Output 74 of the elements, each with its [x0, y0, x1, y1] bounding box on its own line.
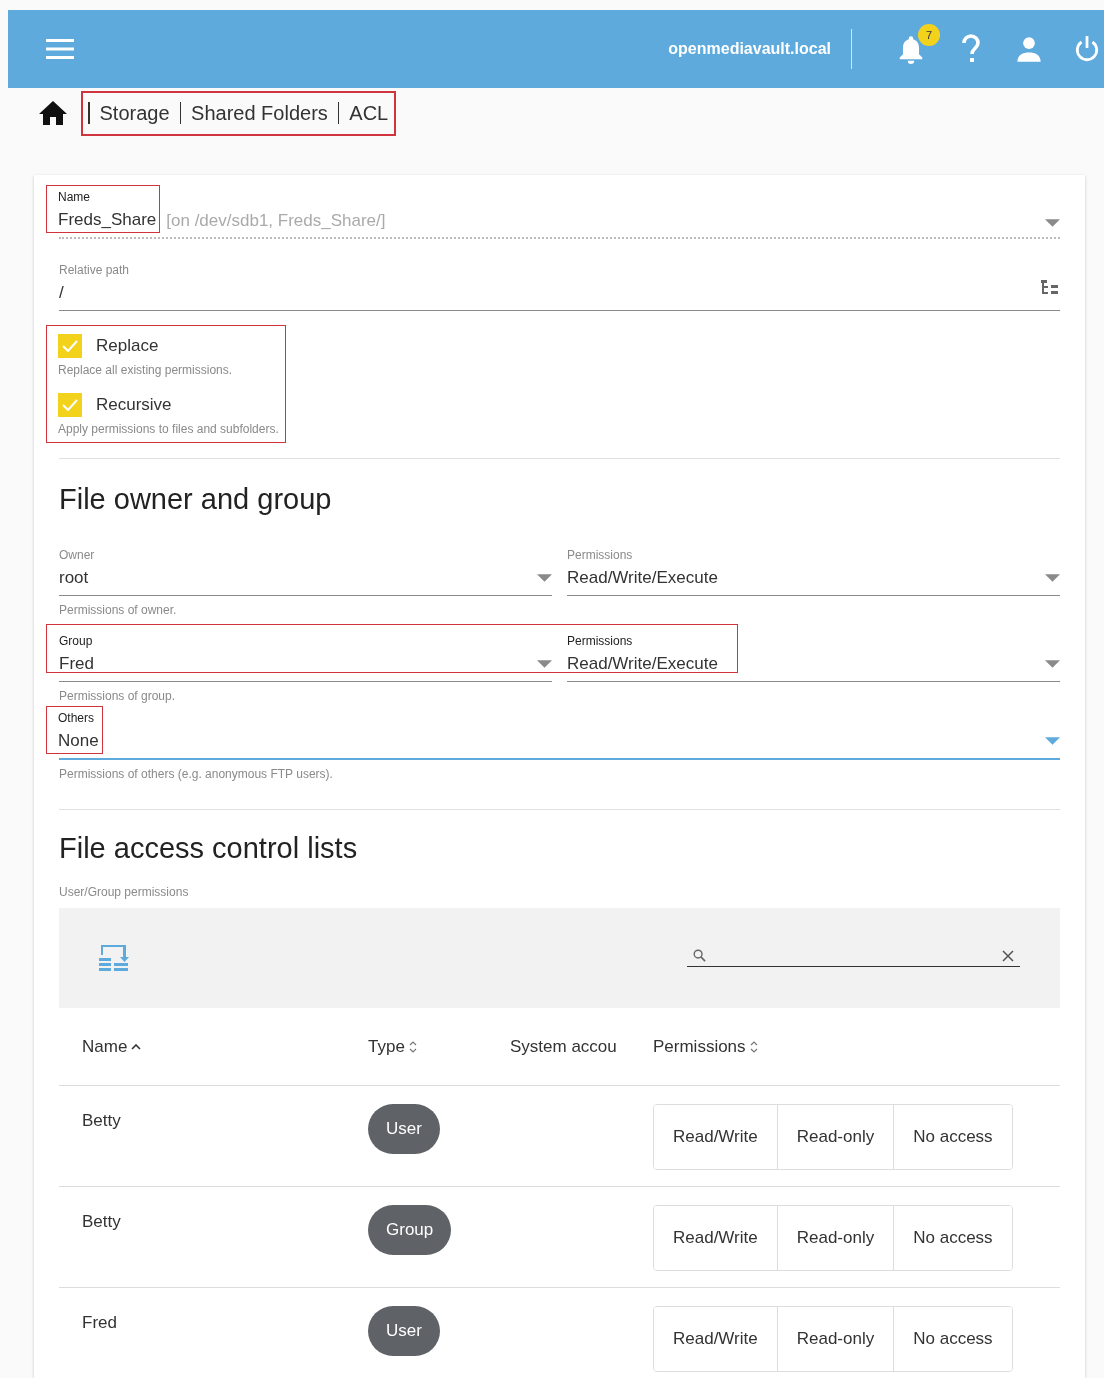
path-field[interactable]: Relative path / — [46, 263, 1060, 311]
name-select[interactable]: Name Freds_Share [on /dev/sdb1, Freds_Share/] — [46, 185, 1060, 239]
user-icon[interactable] — [1015, 35, 1043, 63]
select-field[interactable]: Owner root — [46, 536, 552, 596]
field-value: None — [58, 731, 99, 751]
help-icon[interactable] — [961, 33, 981, 65]
close-icon[interactable] — [1002, 949, 1014, 962]
select-field[interactable]: Permissions Read/Write/Execute — [554, 622, 1060, 682]
add-list-icon[interactable] — [99, 945, 129, 971]
field-label: Relative path — [59, 263, 131, 277]
help-text: Permissions of owner. — [59, 603, 178, 617]
caret-icon[interactable] — [1045, 219, 1060, 227]
section-subtitle: User/Group permissions — [59, 885, 190, 899]
home-icon[interactable] — [38, 100, 68, 126]
field-label: Permissions — [567, 634, 634, 648]
power-icon[interactable] — [1074, 35, 1100, 63]
table-cell-text: Fred — [82, 1312, 118, 1334]
caret-icon[interactable] — [537, 574, 552, 582]
field-value: root — [59, 568, 89, 588]
field-value: Read/Write/Execute — [567, 654, 718, 674]
search-field[interactable] — [687, 949, 1020, 967]
sort-icon[interactable] — [408, 1039, 417, 1054]
field-label: Group — [59, 634, 94, 648]
select-field[interactable]: Others None — [46, 706, 1060, 760]
column-header[interactable]: Permissions — [653, 1036, 1060, 1057]
field-label: Owner — [59, 548, 96, 562]
table-cell-text: Betty — [82, 1110, 122, 1132]
section-title: File owner and group — [59, 483, 333, 516]
field-label: Name — [58, 190, 91, 204]
column-header: System accou — [510, 1036, 618, 1057]
column-header[interactable]: Type — [368, 1036, 510, 1057]
permission-option[interactable]: Read/Write — [654, 1206, 778, 1270]
caret-icon[interactable] — [1045, 737, 1060, 745]
bell-icon[interactable] — [898, 34, 924, 64]
field-label: Permissions — [567, 548, 634, 562]
field-label: Others — [58, 711, 95, 725]
permission-option[interactable]: Read/Write — [654, 1105, 778, 1169]
sort-ascending-icon[interactable] — [131, 1043, 142, 1050]
caret-icon[interactable] — [537, 660, 552, 668]
table-cell-text: Betty — [82, 1211, 122, 1233]
caret-icon[interactable] — [1045, 660, 1060, 668]
checkbox[interactable] — [58, 334, 82, 358]
field-hint: [on /dev/sdb1, Freds_Share/] — [166, 211, 386, 232]
field-value: Read/Write/Execute — [567, 568, 718, 588]
checkbox[interactable] — [58, 393, 82, 417]
type-badge: Group — [368, 1205, 452, 1255]
notification-badge: 7 — [918, 24, 940, 46]
select-field[interactable]: Permissions Read/Write/Execute — [554, 536, 1060, 596]
caret-icon[interactable] — [1045, 574, 1060, 582]
column-header[interactable]: Name — [82, 1036, 368, 1057]
permission-option[interactable]: Read/Write — [654, 1307, 778, 1371]
hostname-label: openmediavault.local — [668, 40, 831, 58]
type-badge: User — [368, 1104, 440, 1154]
help-text: Permissions of group. — [59, 689, 177, 703]
checkmark-icon — [62, 399, 78, 411]
search-icon — [693, 949, 706, 962]
field-value: Fred — [59, 654, 94, 674]
tree-icon[interactable] — [1040, 279, 1060, 297]
checkbox-label: Replace — [96, 336, 159, 356]
section-title: File access control lists — [59, 832, 359, 865]
checkmark-icon — [62, 340, 78, 352]
type-badge: User — [368, 1306, 440, 1356]
breadcrumb-link[interactable]: Shared Folders — [191, 101, 328, 125]
breadcrumb-link[interactable]: ACL — [349, 101, 389, 125]
field-value: Freds_Share — [58, 210, 157, 230]
help-text: Apply permissions to files and subfolders. — [58, 422, 279, 436]
menu-icon[interactable] — [46, 38, 74, 60]
checkbox-label: Recursive — [96, 395, 172, 415]
breadcrumb-link[interactable]: Storage — [99, 101, 170, 125]
sort-icon[interactable] — [749, 1039, 758, 1054]
select-field[interactable]: Group Fred — [46, 622, 552, 682]
field-value: / — [59, 283, 64, 303]
help-text: Permissions of others (e.g. anonymous FTP users). — [59, 767, 334, 781]
help-text: Replace all existing permissions. — [58, 363, 234, 377]
